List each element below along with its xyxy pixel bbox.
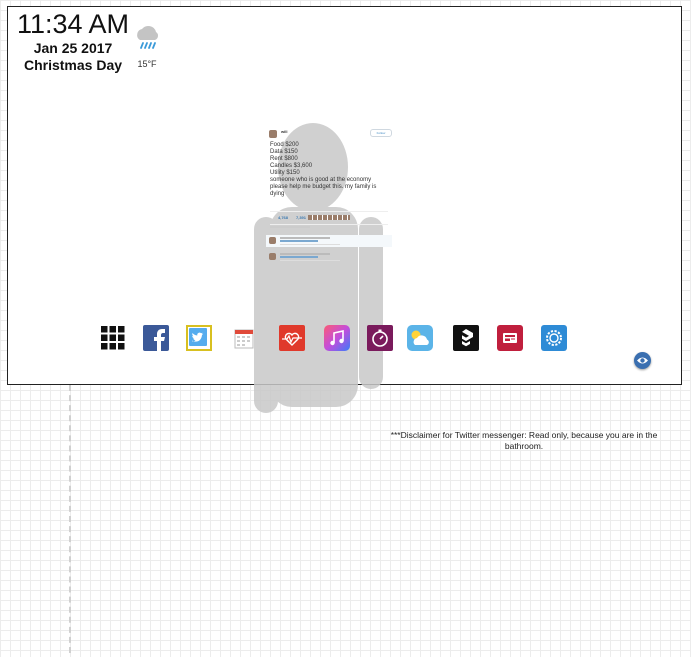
eye-button[interactable] [634, 352, 651, 369]
tweet-line: Rent $800 [270, 156, 298, 162]
app-dock [98, 325, 578, 361]
like-count: 7,391 [296, 215, 307, 220]
music-app-button[interactable] [324, 325, 350, 351]
timer-app-button[interactable] [367, 325, 393, 351]
tweet-avatar [269, 130, 277, 138]
clock-date: Jan 25 2017 [33, 40, 113, 56]
heart-rate-icon [279, 325, 305, 351]
reply-avatar [269, 237, 276, 244]
tweet-timestamp [270, 226, 310, 228]
tweet-reply [266, 251, 392, 263]
tweet-line: dying [270, 191, 285, 197]
tweet-line: someone who is good at the economy [270, 177, 372, 183]
facebook-icon [143, 325, 169, 351]
gear-icon [541, 325, 567, 351]
rain-cloud-icon [137, 25, 159, 49]
clock-holiday: Christmas Day [23, 57, 123, 73]
weather-icon [407, 325, 433, 351]
tweet-line: Candles $3,600 [270, 163, 313, 169]
calendar-icon [234, 329, 254, 349]
tweet-body: Food $200 Data $150 Rent $800 Candles $3… [270, 142, 388, 198]
tweet-reply [266, 235, 392, 247]
tweet-author: will [281, 129, 288, 134]
tweet-line: please help me budget this. my family is [270, 184, 377, 190]
reply-avatar [269, 253, 276, 260]
news-app-button[interactable] [497, 325, 523, 351]
tweet-line: Food $200 [270, 142, 299, 148]
tweet-line: Utility $150 [270, 170, 300, 176]
news-icon [497, 325, 523, 351]
app-grid-button[interactable] [100, 325, 126, 351]
facebook-app-button[interactable] [143, 325, 169, 351]
9gag-app-button[interactable] [453, 325, 479, 351]
follow-button[interactable]: Follow [370, 129, 392, 137]
health-app-button[interactable] [279, 325, 305, 351]
mirror-screen: 11:34 AM Jan 25 2017 Christmas Day 15°F … [7, 6, 682, 413]
grid-icon [101, 326, 125, 350]
tweet-card: will Follow Food $200 Data $150 Rent $80… [266, 127, 392, 263]
weather-widget: 15°F [132, 23, 162, 69]
tweet-stats: 4,768 7,391 [270, 211, 388, 225]
tweet-line: Data $150 [270, 149, 298, 155]
9gag-icon [453, 325, 479, 351]
settings-app-button[interactable] [541, 325, 567, 351]
weather-app-button[interactable] [407, 325, 433, 351]
clock-time: 11:34 AM [16, 9, 130, 39]
liker-avatars [308, 215, 350, 220]
retweet-count: 4,768 [278, 215, 289, 220]
weather-temperature: 15°F [137, 59, 157, 69]
stopwatch-icon [367, 325, 393, 351]
clock-widget: 11:34 AM Jan 25 2017 Christmas Day [12, 9, 134, 74]
twitter-app-button[interactable] [186, 325, 212, 351]
music-note-icon [324, 325, 350, 351]
twitter-icon [189, 328, 207, 346]
disclaimer-text: ***Disclaimer for Twitter messenger: Rea… [390, 430, 658, 451]
eye-icon [637, 357, 648, 364]
calendar-app-button[interactable] [231, 325, 257, 351]
